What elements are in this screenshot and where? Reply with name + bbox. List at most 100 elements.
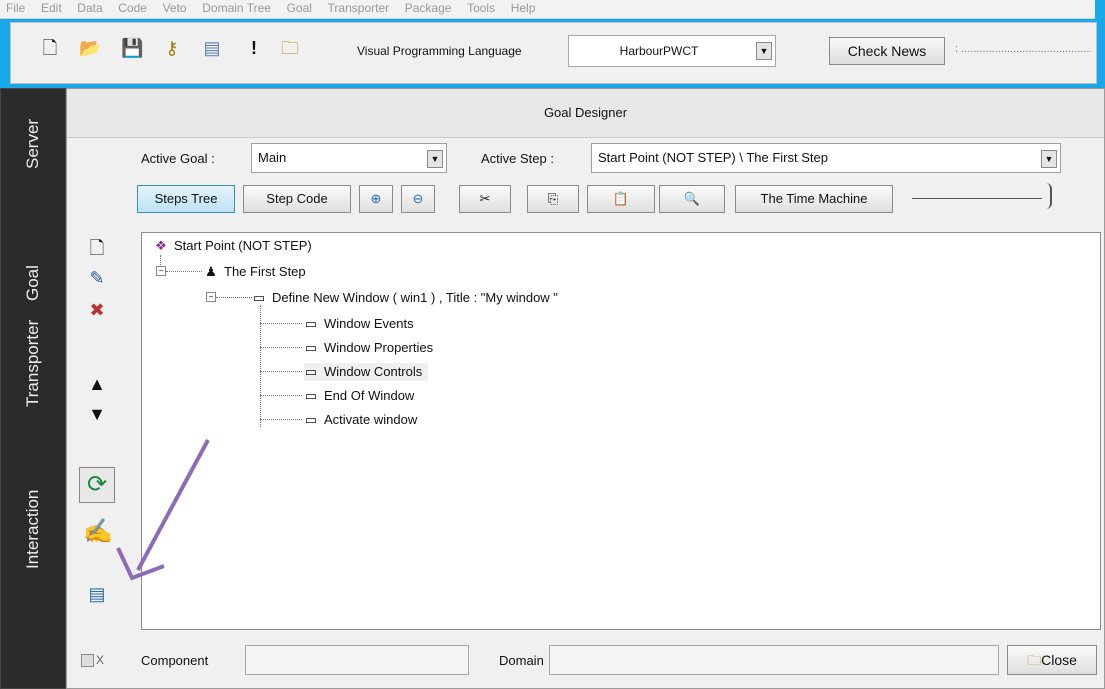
open-folder-icon[interactable]: 📂 <box>79 37 101 59</box>
status-footer: X Component Domain 🗀Close <box>67 635 1104 687</box>
tree-child-selected[interactable]: ▭ Window Controls <box>304 363 429 381</box>
new-file-icon[interactable]: 🗋 <box>39 37 61 59</box>
delete-step-icon[interactable]: ✖ <box>83 297 111 323</box>
close-button[interactable]: 🗀Close <box>1007 645 1097 675</box>
tree-connector <box>260 419 302 420</box>
tree-child[interactable]: ▭ Window Properties <box>304 339 433 357</box>
cut-icon[interactable]: ✂ <box>459 185 511 213</box>
time-machine-button[interactable]: The Time Machine <box>735 185 893 213</box>
tree-connector <box>260 371 302 372</box>
main-toolbar: 🗋 📂 💾 ⚷ ▤ ! 🗀 Visual Programming Languag… <box>10 22 1097 84</box>
zoom-slider[interactable] <box>912 198 1042 199</box>
tree-child-label: Window Properties <box>324 340 434 355</box>
designer-toolbar: Steps Tree Step Code ⊕ ⊖ ✂ ⎘ 📋 🔍 The Tim… <box>67 181 1104 219</box>
vpl-select[interactable]: HarbourPWCT ▼ <box>568 35 776 67</box>
active-step-label: Active Step : <box>481 151 554 166</box>
vpl-select-value: HarbourPWCT <box>619 44 699 58</box>
tree-connector <box>260 347 302 348</box>
tree-child-label: Activate window <box>324 412 418 427</box>
edit-document-icon[interactable]: ✍ <box>83 519 113 545</box>
active-goal-label: Active Goal : <box>141 151 215 166</box>
menu-transporter[interactable]: Transporter <box>322 0 396 16</box>
folder-icon[interactable]: 🗀 <box>279 37 301 59</box>
tab-server-label: Server <box>23 118 42 169</box>
check-news-button[interactable]: Check News <box>829 37 945 65</box>
tree-step[interactable]: ♟ The First Step <box>204 263 306 281</box>
tree-step-label: The First Step <box>224 264 306 279</box>
menu-file[interactable]: File <box>0 0 31 16</box>
tab-goal-label: Goal <box>23 265 42 301</box>
tree-connector <box>166 271 202 272</box>
checkbox-icon <box>81 654 94 668</box>
menu-domain-tree[interactable]: Domain Tree <box>196 0 277 16</box>
move-up-icon[interactable]: ▲ <box>83 371 111 397</box>
menu-goal[interactable]: Goal <box>281 0 318 16</box>
refresh-icon[interactable]: ⟳ <box>79 467 115 503</box>
chevron-down-icon[interactable]: ▼ <box>1041 150 1057 168</box>
tab-goal[interactable]: Goal <box>13 265 53 311</box>
steps-tree-button[interactable]: Steps Tree <box>137 185 235 213</box>
menu-tools[interactable]: Tools <box>461 0 501 16</box>
command-icon: ▭ <box>252 290 266 305</box>
tree-child-label: End Of Window <box>324 388 415 403</box>
slider-handle[interactable] <box>1044 183 1052 209</box>
form-designer-icon[interactable]: ▤ <box>83 581 111 607</box>
chevron-down-icon[interactable]: ▼ <box>756 42 772 60</box>
folder-icon: 🗀 <box>1027 652 1042 668</box>
zoom-in-icon[interactable]: ⊕ <box>359 185 393 213</box>
close-label: Close <box>1041 652 1077 668</box>
menu-edit[interactable]: Edit <box>35 0 68 16</box>
step-actions-bar: 🗋 ✎ ✖ ▲ ▼ ⟳ ✍ ▤ <box>67 221 133 631</box>
edit-step-icon[interactable]: ✎ <box>83 265 111 291</box>
command-icon: ▭ <box>304 388 318 403</box>
app-frame: File Edit Data Code Veto Domain Tree Goa… <box>0 0 1105 689</box>
paste-icon[interactable]: 📋 <box>587 185 655 213</box>
tree-root[interactable]: ❖ Start Point (NOT STEP) <box>154 237 312 255</box>
component-field[interactable] <box>245 645 469 675</box>
zoom-out-icon[interactable]: ⊖ <box>401 185 435 213</box>
command-icon: ▭ <box>304 364 318 379</box>
menu-data[interactable]: Data <box>71 0 108 16</box>
component-label: Component <box>141 653 209 668</box>
tab-transporter-label: Transporter <box>23 319 42 407</box>
key-icon[interactable]: ⚷ <box>161 37 183 59</box>
find-icon[interactable]: 🔍 <box>659 185 725 213</box>
chart-icon[interactable]: ▤ <box>201 37 223 59</box>
tree-child[interactable]: ▭ Activate window <box>304 411 417 429</box>
active-goal-value: Main <box>258 150 287 165</box>
tab-interaction[interactable]: Interaction <box>13 490 53 579</box>
menu-package[interactable]: Package <box>399 0 458 16</box>
checkbox-label: X <box>96 653 105 667</box>
vpl-label: Visual Programming Language <box>357 44 522 58</box>
tab-server[interactable]: Server <box>13 119 53 179</box>
side-tabs: Server Goal Transporter Interaction <box>0 88 66 689</box>
tree-child[interactable]: ▭ Window Events <box>304 315 414 333</box>
active-step-value: Start Point (NOT STEP) \ The First Step <box>598 150 828 165</box>
tree-root-icon: ❖ <box>155 238 167 253</box>
menu-code[interactable]: Code <box>112 0 153 16</box>
command-icon: ▭ <box>304 412 318 427</box>
tree-connector <box>216 297 252 298</box>
tree-connector <box>260 395 302 396</box>
domain-field[interactable] <box>549 645 999 675</box>
tree-define-window[interactable]: ▭ Define New Window ( win1 ) , Title : "M… <box>252 289 558 307</box>
tree-define-label: Define New Window ( win1 ) , Title : "My… <box>272 290 558 305</box>
active-goal-select[interactable]: Main ▼ <box>251 143 447 173</box>
move-down-icon[interactable]: ▼ <box>83 401 111 427</box>
exclamation-icon[interactable]: ! <box>243 37 265 59</box>
copy-icon[interactable]: ⎘ <box>527 185 579 213</box>
tree-child[interactable]: ▭ End Of Window <box>304 387 414 405</box>
step-code-button[interactable]: Step Code <box>243 185 351 213</box>
tab-transporter[interactable]: Transporter <box>13 320 53 417</box>
new-step-icon[interactable]: 🗋 <box>83 235 111 261</box>
collapse-icon[interactable]: − <box>206 292 216 302</box>
active-step-select[interactable]: Start Point (NOT STEP) \ The First Step … <box>591 143 1061 173</box>
collapse-icon[interactable]: − <box>156 266 166 276</box>
menu-help[interactable]: Help <box>505 0 542 16</box>
tab-interaction-label: Interaction <box>23 489 42 569</box>
menu-veto[interactable]: Veto <box>157 0 193 16</box>
chevron-down-icon[interactable]: ▼ <box>427 150 443 168</box>
menubar: File Edit Data Code Veto Domain Tree Goa… <box>0 0 1095 19</box>
x-checkbox[interactable]: X <box>81 653 105 668</box>
save-icon[interactable]: 💾 <box>121 37 143 59</box>
